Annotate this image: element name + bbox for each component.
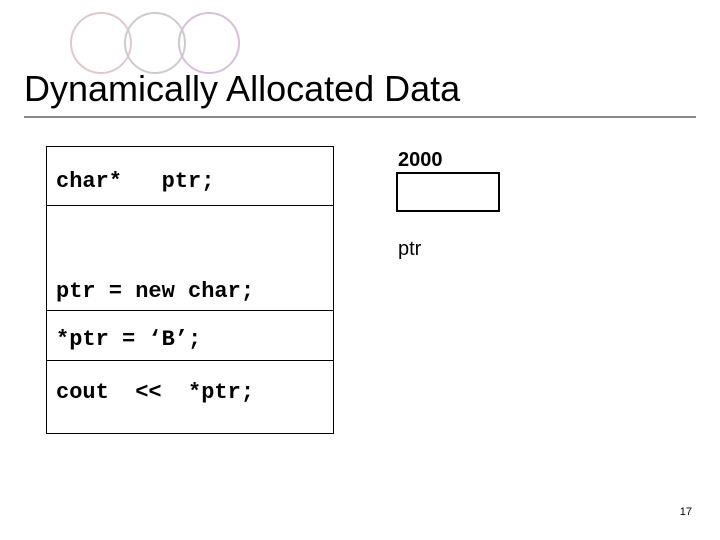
memory-cell [396,172,500,212]
slide-title: Dynamically Allocated Data [24,68,460,110]
code-line-declare: char* ptr; [56,169,214,194]
circle-icon [70,12,132,74]
circle-icon [124,12,186,74]
code-divider [46,310,334,311]
decorative-circles [70,12,232,74]
title-underline [24,116,696,118]
code-line-cout: cout << *ptr; [56,380,254,405]
circle-icon [178,12,240,74]
code-line-assign: *ptr = ‘B’; [56,327,201,352]
memory-address-label: 2000 [398,149,443,172]
code-line-new: ptr = new char; [56,279,254,304]
page-number: 17 [680,506,692,518]
code-divider [46,360,334,361]
slide: Dynamically Allocated Data char* ptr; pt… [0,0,720,540]
code-divider [46,205,334,206]
pointer-variable-label: ptr [398,238,421,261]
